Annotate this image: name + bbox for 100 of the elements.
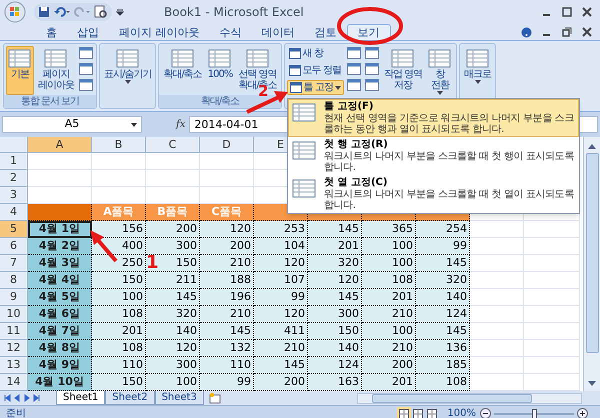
close-icon[interactable] xyxy=(582,27,592,37)
ribbon-button[interactable]: 페이지 레이아웃 xyxy=(36,46,76,95)
row-header[interactable]: 5 xyxy=(0,221,28,238)
small-window-icon[interactable] xyxy=(79,63,93,75)
row-header[interactable]: 9 xyxy=(0,289,28,306)
table-cell: 253 xyxy=(254,221,308,238)
row-header[interactable]: 2 xyxy=(0,170,28,187)
customize-dropdown-icon[interactable] xyxy=(116,8,124,16)
ribbon-button[interactable]: 창 전환 xyxy=(426,46,454,96)
sheet-tab[interactable]: Sheet1 xyxy=(56,391,106,405)
sheet-tab[interactable]: Sheet3 xyxy=(154,391,204,405)
table-cell: 150 xyxy=(92,374,146,391)
table-cell xyxy=(524,340,580,357)
row-header[interactable]: 10 xyxy=(0,306,28,323)
column-header[interactable]: C xyxy=(146,137,200,153)
ribbon-tab[interactable]: 홈 xyxy=(36,24,67,40)
ribbon-button[interactable]: 모두 정렬 xyxy=(286,63,344,78)
annotation-number: 1 xyxy=(146,254,159,272)
small-window-icon[interactable] xyxy=(364,63,379,75)
small-window-icon[interactable] xyxy=(79,47,93,59)
row-header[interactable]: 14 xyxy=(0,374,28,391)
view-button[interactable] xyxy=(425,406,440,418)
menu-item-title: 틀 고정(F) xyxy=(324,101,374,113)
row-header[interactable]: 12 xyxy=(0,340,28,357)
menu-item[interactable]: 틀 고정(F) 현재 선택 영역을 기준으로 워크시트의 나머지 부분을 스크롤하는 동안 행과 열이 표시되도록 합니다. xyxy=(288,99,579,137)
scroll-down-icon[interactable] xyxy=(588,381,596,387)
name-box[interactable]: A5 xyxy=(2,116,142,133)
close-icon[interactable] xyxy=(582,7,592,17)
table-cell: 108 xyxy=(92,306,146,323)
table-cell: 201 xyxy=(92,323,146,340)
insert-function-button[interactable]: fx xyxy=(176,118,186,130)
ribbon-button[interactable]: 기본 xyxy=(6,46,34,95)
small-window-icon[interactable] xyxy=(346,63,361,75)
table-cell xyxy=(524,357,580,374)
ribbon-tab[interactable]: 보기 xyxy=(346,24,390,40)
sheet-icon xyxy=(466,49,490,69)
office-button-icon[interactable] xyxy=(4,1,26,23)
row-header[interactable]: 13 xyxy=(0,357,28,374)
column-header[interactable]: B xyxy=(92,137,146,153)
row-header[interactable]: 1 xyxy=(0,153,28,170)
table-cell: 120 xyxy=(254,306,308,323)
row-header[interactable]: 3 xyxy=(0,187,28,204)
table-cell xyxy=(470,238,524,255)
insert-sheet-icon[interactable] xyxy=(208,392,222,404)
table-cell: 145 xyxy=(416,323,470,340)
help-icon[interactable] xyxy=(521,26,532,38)
table-cell: 320 xyxy=(308,255,362,272)
restore-icon[interactable] xyxy=(562,27,572,37)
row-header[interactable]: 7 xyxy=(0,255,28,272)
group-label: 확대/축소 xyxy=(159,95,281,108)
print-preview-icon[interactable] xyxy=(94,5,108,19)
ribbon-button[interactable]: 틀 고정 xyxy=(286,80,344,95)
ribbon-tab[interactable]: 삽입 xyxy=(67,24,109,40)
zoom-out-icon[interactable] xyxy=(480,408,491,418)
zoom-in-icon[interactable] xyxy=(577,408,588,418)
table-cell xyxy=(524,289,580,306)
ribbon-tab[interactable]: 페이지 레이아웃 xyxy=(109,24,210,40)
slider-thumb[interactable] xyxy=(532,408,536,418)
row-header[interactable]: 8 xyxy=(0,272,28,289)
table-cell: 124 xyxy=(308,357,362,374)
small-window-icon[interactable] xyxy=(346,79,361,91)
table-cell: 150 xyxy=(92,272,146,289)
row-header[interactable]: 6 xyxy=(0,238,28,255)
row-header[interactable]: 4 xyxy=(0,204,28,221)
horizontal-scrollbar[interactable] xyxy=(357,392,582,404)
small-window-icon[interactable] xyxy=(346,47,361,59)
table-cell: 254 xyxy=(416,221,470,238)
undo-icon[interactable] xyxy=(54,6,70,18)
maximize-icon[interactable] xyxy=(562,7,572,17)
ribbon-button[interactable]: 매크로 xyxy=(462,46,494,95)
table-cell: 4월 3일 xyxy=(28,255,92,272)
ribbon-button[interactable]: 확대/축소 xyxy=(161,46,204,95)
view-button[interactable] xyxy=(397,406,412,418)
dropdown-arrow-icon[interactable] xyxy=(131,123,137,127)
small-window-icon[interactable] xyxy=(364,79,379,91)
ribbon-tab[interactable]: 데이터 xyxy=(252,24,304,40)
table-cell: 136 xyxy=(416,340,470,357)
row-header[interactable]: 11 xyxy=(0,323,28,340)
ribbon-tab[interactable]: 검토 xyxy=(304,24,346,40)
table-cell: 4월 2일 xyxy=(28,238,92,255)
sheet-icon xyxy=(428,49,452,69)
ribbon-button[interactable]: 표시/숨기기 xyxy=(102,46,154,95)
small-window-icon[interactable] xyxy=(364,47,379,59)
table-cell xyxy=(524,255,580,272)
table-cell xyxy=(524,238,580,255)
ribbon-button[interactable]: 100% xyxy=(206,46,234,95)
menu-item[interactable]: 첫 열 고정(C) 워크시트의 나머지 부분을 스크롤할 때 첫 열이 표시되도록 합니다. xyxy=(288,175,579,213)
small-window-icon[interactable] xyxy=(79,79,93,91)
scroll-up-icon[interactable] xyxy=(588,143,596,149)
column-header[interactable]: D xyxy=(200,137,254,153)
sheet-tab[interactable]: Sheet2 xyxy=(105,391,155,405)
table-cell: 110 xyxy=(92,357,146,374)
table-cell xyxy=(92,153,146,170)
save-icon[interactable] xyxy=(38,6,50,18)
column-header[interactable]: A xyxy=(28,137,92,153)
view-button[interactable] xyxy=(411,406,426,418)
ribbon-tab[interactable]: 수식 xyxy=(210,24,252,40)
vertical-scrollbar[interactable] xyxy=(583,137,600,391)
ribbon-button[interactable]: 작업 영역 저장 xyxy=(382,46,424,96)
ribbon-button[interactable]: 새 창 xyxy=(286,46,344,61)
